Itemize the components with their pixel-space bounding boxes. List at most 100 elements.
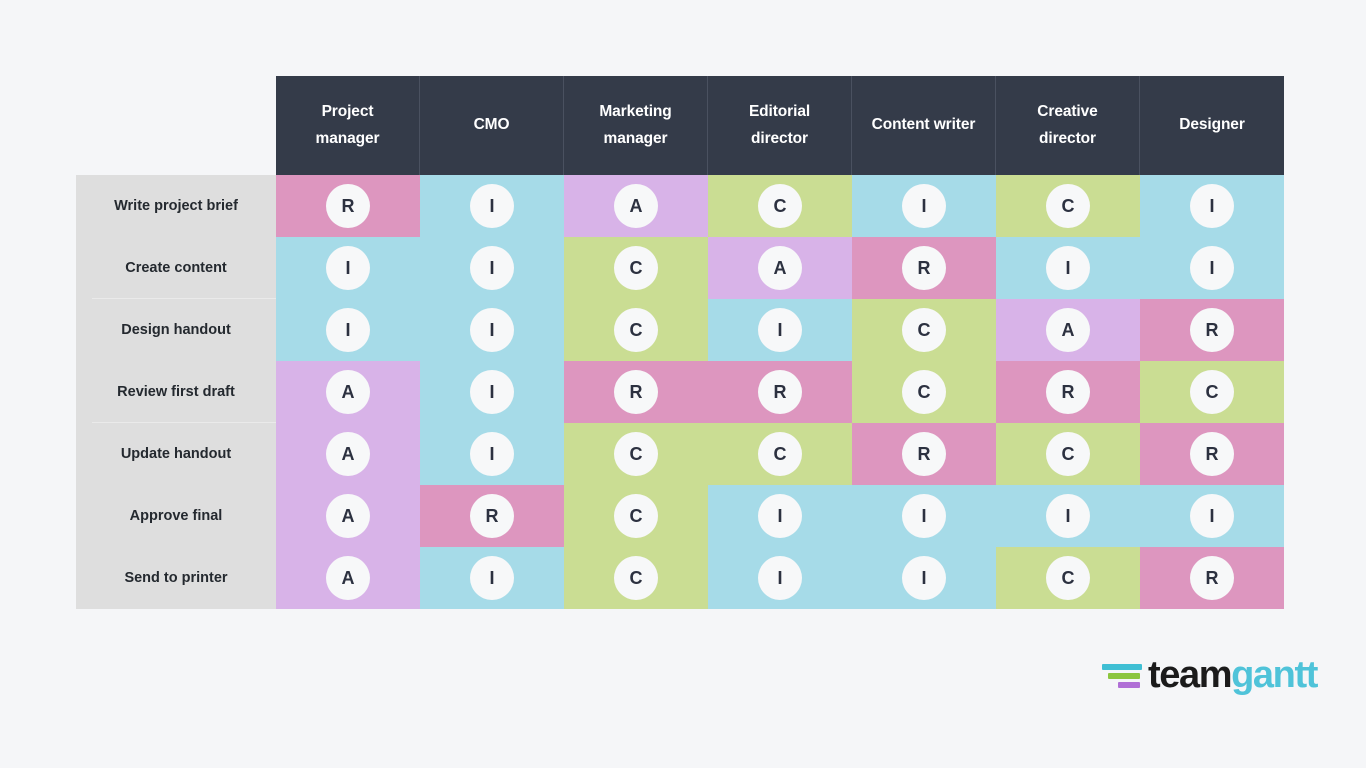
task-label-write-project-brief[interactable]: Write project brief: [76, 175, 276, 237]
column-header-designer[interactable]: Designer: [1140, 76, 1284, 175]
raci-cell[interactable]: I: [1140, 175, 1284, 237]
logo-wordmark: team gantt: [1148, 656, 1318, 694]
raci-cell[interactable]: R: [1140, 547, 1284, 609]
task-label-update-handout[interactable]: Update handout: [76, 423, 276, 485]
raci-cell[interactable]: C: [564, 237, 708, 299]
raci-cell[interactable]: R: [276, 175, 420, 237]
raci-cell[interactable]: I: [852, 485, 996, 547]
raci-cell[interactable]: R: [852, 423, 996, 485]
raci-cell[interactable]: I: [420, 361, 564, 423]
raci-cell[interactable]: I: [996, 237, 1140, 299]
raci-cell[interactable]: I: [708, 299, 852, 361]
raci-cell[interactable]: R: [1140, 423, 1284, 485]
column-header-label: Editorial director: [748, 102, 811, 147]
raci-cell[interactable]: I: [1140, 237, 1284, 299]
raci-badge-i: I: [758, 308, 802, 352]
teamgantt-logo: team gantt: [1102, 655, 1318, 695]
raci-badge-a: A: [758, 246, 802, 290]
raci-cell[interactable]: C: [564, 485, 708, 547]
raci-badge-i: I: [1190, 246, 1234, 290]
raci-badge-a: A: [326, 370, 370, 414]
raci-badge-i: I: [470, 556, 514, 600]
table-row: Write project brief R I A C I C I: [76, 175, 1284, 237]
raci-cell[interactable]: I: [708, 485, 852, 547]
column-header-label: Project manager: [315, 102, 380, 147]
raci-cell[interactable]: R: [708, 361, 852, 423]
raci-cell[interactable]: R: [1140, 299, 1284, 361]
raci-cell[interactable]: C: [996, 175, 1140, 237]
raci-cell[interactable]: I: [420, 299, 564, 361]
raci-cell[interactable]: R: [852, 237, 996, 299]
task-label-design-handout[interactable]: Design handout: [76, 299, 276, 361]
column-header-label: Creative director: [1037, 102, 1098, 147]
column-header-editorial-director[interactable]: Editorial director: [708, 76, 852, 175]
raci-badge-r: R: [902, 432, 946, 476]
column-header-label: Marketing manager: [599, 102, 672, 147]
column-header-marketing-manager[interactable]: Marketing manager: [564, 76, 708, 175]
purple-bar-icon: [1118, 682, 1140, 688]
raci-cell[interactable]: C: [564, 547, 708, 609]
task-label-create-content[interactable]: Create content: [76, 237, 276, 299]
raci-badge-i: I: [470, 308, 514, 352]
raci-cell[interactable]: C: [996, 423, 1140, 485]
raci-cell[interactable]: A: [708, 237, 852, 299]
raci-badge-a: A: [326, 432, 370, 476]
task-label-send-to-printer[interactable]: Send to printer: [76, 547, 276, 609]
raci-cell[interactable]: I: [276, 299, 420, 361]
raci-cell[interactable]: I: [420, 547, 564, 609]
raci-cell[interactable]: C: [1140, 361, 1284, 423]
raci-cell[interactable]: C: [564, 423, 708, 485]
task-label-review-first-draft[interactable]: Review first draft: [76, 361, 276, 423]
raci-badge-c: C: [758, 432, 802, 476]
column-header-cmo[interactable]: CMO: [420, 76, 564, 175]
raci-cell[interactable]: A: [276, 423, 420, 485]
raci-cell[interactable]: A: [996, 299, 1140, 361]
raci-cell[interactable]: A: [564, 175, 708, 237]
raci-badge-c: C: [902, 370, 946, 414]
raci-badge-c: C: [614, 494, 658, 538]
column-header-label: CMO: [473, 116, 510, 134]
raci-cell[interactable]: I: [276, 237, 420, 299]
raci-badge-i: I: [470, 432, 514, 476]
raci-cell[interactable]: I: [1140, 485, 1284, 547]
column-header-label: Content writer: [871, 116, 976, 134]
raci-badge-c: C: [1190, 370, 1234, 414]
raci-cell[interactable]: A: [276, 547, 420, 609]
raci-badge-i: I: [470, 184, 514, 228]
raci-cell[interactable]: I: [852, 175, 996, 237]
raci-cell[interactable]: R: [996, 361, 1140, 423]
raci-badge-c: C: [1046, 432, 1090, 476]
green-bar-icon: [1108, 673, 1140, 679]
raci-badge-c: C: [614, 556, 658, 600]
task-label-approve-final[interactable]: Approve final: [76, 485, 276, 547]
raci-matrix-table: Project manager CMO Marketing manager Editori…: [76, 76, 1284, 609]
raci-cell[interactable]: A: [276, 361, 420, 423]
column-header-project-manager[interactable]: Project manager: [276, 76, 420, 175]
raci-cell[interactable]: R: [420, 485, 564, 547]
raci-cell[interactable]: I: [420, 175, 564, 237]
raci-cell[interactable]: A: [276, 485, 420, 547]
raci-badge-r: R: [470, 494, 514, 538]
column-header-creative-director[interactable]: Creative director: [996, 76, 1140, 175]
raci-cell[interactable]: I: [420, 237, 564, 299]
raci-cell[interactable]: C: [852, 299, 996, 361]
column-header-content-writer[interactable]: Content writer: [852, 76, 996, 175]
raci-cell[interactable]: C: [708, 175, 852, 237]
table-row: Create content I I C A R I I: [76, 237, 1284, 299]
task-label: Write project brief: [114, 198, 238, 214]
raci-badge-r: R: [1190, 432, 1234, 476]
raci-badge-i: I: [758, 494, 802, 538]
raci-cell[interactable]: I: [420, 423, 564, 485]
raci-badge-c: C: [614, 432, 658, 476]
table-row: Send to printer A I C I I C R: [76, 547, 1284, 609]
task-label: Approve final: [129, 508, 223, 524]
raci-cell[interactable]: C: [564, 299, 708, 361]
raci-cell[interactable]: I: [852, 547, 996, 609]
raci-cell[interactable]: R: [564, 361, 708, 423]
raci-cell[interactable]: I: [996, 485, 1140, 547]
raci-badge-i: I: [326, 308, 370, 352]
raci-cell[interactable]: C: [708, 423, 852, 485]
raci-cell[interactable]: C: [852, 361, 996, 423]
raci-cell[interactable]: I: [708, 547, 852, 609]
raci-cell[interactable]: C: [996, 547, 1140, 609]
